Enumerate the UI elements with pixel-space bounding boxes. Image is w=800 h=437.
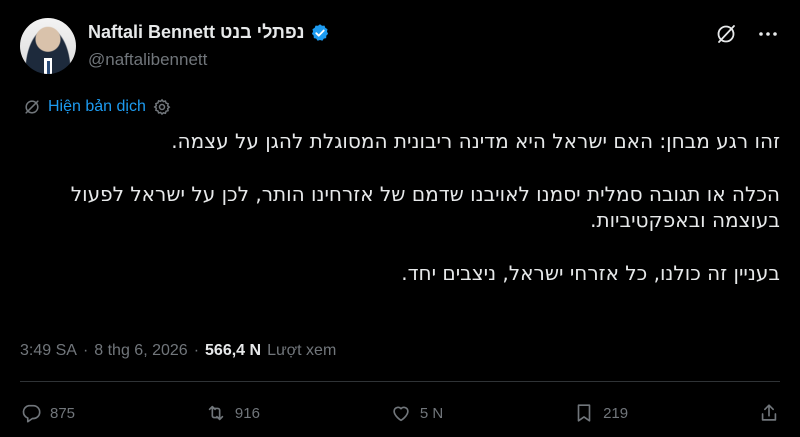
divider [20,381,780,382]
like-count: 5 N [419,404,444,422]
meta-separator: · [82,342,89,359]
reply-count: 875 [50,404,76,422]
reply-icon [22,404,41,423]
translate-icon [25,100,39,114]
post-paragraph: הכלה או תגובה סמלית יסמנו לאויבנו שדמם ש… [70,182,780,232]
bookmark-icon [577,404,591,422]
name-row: Naftali Bennett נפתלי בנט [88,22,330,43]
like-button[interactable]: 5 N [390,402,443,424]
verified-badge-icon [312,23,329,41]
show-translation-label: Hiện bản dịch [48,98,146,115]
repost-icon [208,405,224,421]
author-handle[interactable]: @naftalibennett [88,50,207,70]
show-translation-link[interactable]: Hiện bản dịch [22,97,172,117]
post-paragraph: בעניין זה כולנו, כל אזרחי ישראל, ניצבים … [401,261,780,285]
post-paragraph: זהו רגע מבחן: האם ישראל היא מדינה ריבוני… [171,129,780,153]
views-label: Lượt xem [267,342,337,359]
share-icon [761,404,777,421]
action-bar: 875 916 5 N 219 [20,402,780,424]
share-button[interactable] [758,402,780,424]
meta-separator: · [193,342,200,359]
grok-icon[interactable] [714,22,738,46]
avatar-tie [47,61,50,74]
repost-count: 916 [234,404,260,422]
avatar[interactable] [20,18,76,74]
post-header: Naftali Bennett נפתלי בנט @naftalibennet… [20,18,780,78]
heart-icon [393,406,409,422]
post-meta: 3:49 SA · 8 thg 6, 2026 · 566,4 N Lượt x… [20,342,336,360]
views-count[interactable]: 566,4 N [205,342,261,360]
post-time[interactable]: 3:49 SA [20,342,77,360]
post-body: זהו רגע מבחן: האם ישראל היא מדינה ריבוני… [20,128,780,286]
bookmark-button[interactable]: 219 [573,402,628,424]
header-actions [714,22,780,46]
bookmark-count: 219 [603,404,629,422]
settings-gear-icon[interactable] [152,97,172,117]
more-options-icon[interactable] [756,22,780,46]
repost-button[interactable]: 916 [205,402,260,424]
reply-button[interactable]: 875 [20,402,75,424]
author-display-name[interactable]: Naftali Bennett נפתלי בנט [88,22,304,43]
post-date[interactable]: 8 thg 6, 2026 [94,342,187,360]
